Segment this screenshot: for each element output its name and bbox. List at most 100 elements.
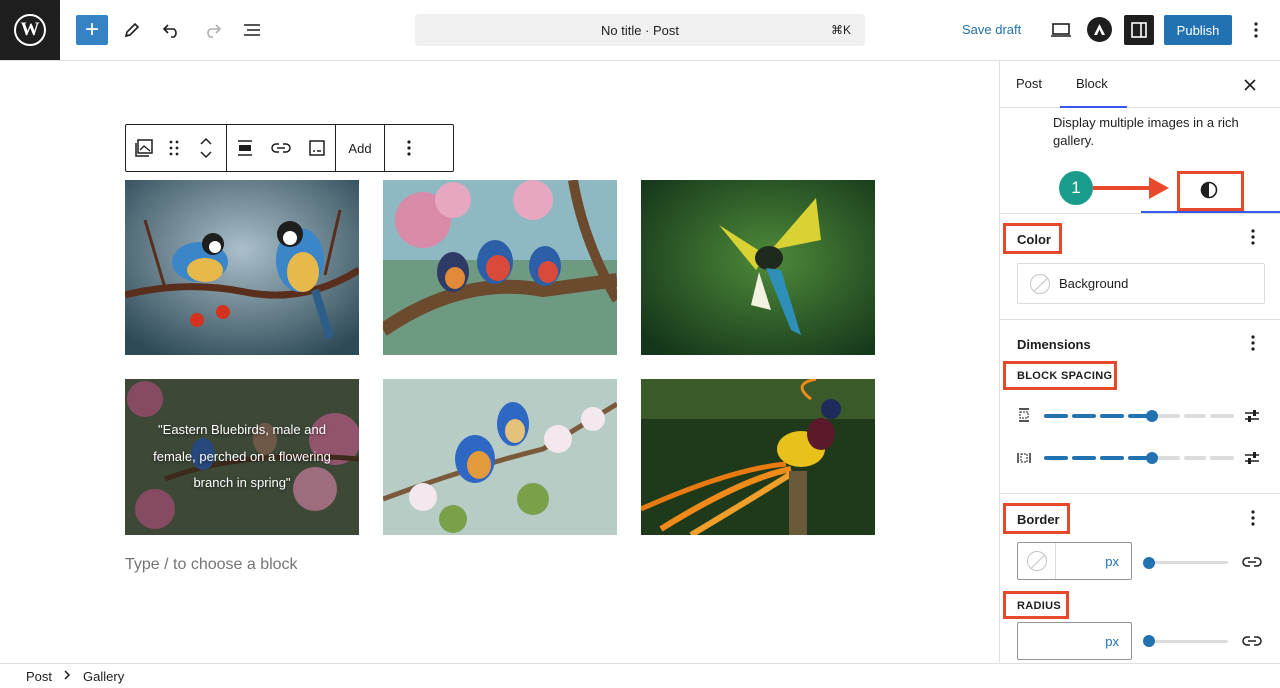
settings-sidebar-toggle[interactable] (1124, 15, 1154, 45)
redo-button[interactable] (196, 15, 228, 45)
image-caption[interactable]: "Eastern Bluebirds, male and female, per… (125, 379, 359, 535)
tabs-divider (1000, 213, 1280, 214)
tab-block[interactable]: Block (1076, 76, 1108, 91)
redo-icon (207, 24, 222, 38)
list-view-icon (244, 24, 260, 36)
tools-pencil-button[interactable] (116, 15, 148, 45)
undo-icon (162, 24, 177, 38)
caption-button[interactable] (299, 125, 335, 171)
block-breadcrumb: Post Gallery (0, 663, 1280, 688)
color-panel-heading: Color (1017, 232, 1051, 247)
gallery-image-bluebirds-apple-blossom[interactable] (383, 379, 617, 535)
block-controls-group (227, 125, 336, 171)
link-button[interactable] (263, 125, 299, 171)
vertical-ellipsis-icon (407, 140, 411, 156)
gallery-icon (135, 139, 153, 157)
sidebar-tabs: Post Block (1000, 61, 1280, 108)
breadcrumb-item-gallery[interactable]: Gallery (83, 669, 124, 684)
border-radius-input[interactable]: px (1017, 622, 1132, 660)
block-toolbar: Add (125, 124, 454, 172)
settings-sidebar: Post Block Display multiple images in a … (999, 61, 1280, 663)
horizontal-spacing-slider[interactable] (1044, 452, 1234, 464)
step-number-badge: 1 (1059, 171, 1093, 205)
custom-value-toggle[interactable] (1244, 409, 1260, 428)
border-width-slider-thumb[interactable] (1143, 557, 1155, 569)
command-palette-title[interactable]: No title · Post ⌘K (415, 14, 865, 46)
panel-divider (1000, 493, 1280, 494)
undo-button[interactable] (156, 15, 188, 45)
styles-tab[interactable] (1200, 181, 1220, 201)
publish-button[interactable]: Publish (1164, 15, 1232, 45)
chevron-down-icon[interactable] (200, 151, 212, 159)
border-radius-slider-thumb[interactable] (1143, 635, 1155, 647)
unlink-corners-button[interactable] (1242, 634, 1262, 652)
custom-value-toggle[interactable] (1244, 451, 1260, 470)
sidebar-icon (1131, 22, 1147, 38)
half-circle-styles-icon (1200, 181, 1218, 199)
vertical-ellipsis-icon (1251, 335, 1255, 351)
empty-color-swatch-icon (1026, 551, 1047, 571)
tab-post[interactable]: Post (1016, 76, 1042, 91)
dimensions-options-button[interactable] (1251, 335, 1255, 356)
astra-settings-icon[interactable] (1087, 17, 1112, 42)
gallery-image-birds-in-blossoms[interactable] (383, 180, 617, 355)
dimensions-panel-heading: Dimensions (1017, 337, 1091, 352)
pencil-icon (124, 22, 140, 38)
border-width-slider-track[interactable] (1150, 561, 1228, 564)
add-images-button[interactable]: Add (336, 125, 384, 171)
move-block-buttons[interactable] (186, 125, 226, 171)
link-icon (271, 143, 291, 153)
border-color-button[interactable] (1018, 543, 1056, 579)
add-block-button[interactable]: + (76, 15, 108, 45)
vertical-spacing-slider[interactable] (1044, 410, 1234, 422)
save-draft-button[interactable]: Save draft (962, 22, 1021, 37)
caption-icon (309, 140, 325, 156)
border-options-button[interactable] (1251, 510, 1255, 531)
gallery-image-bird-of-paradise[interactable] (641, 379, 875, 535)
border-width-input[interactable]: px (1017, 542, 1132, 580)
gallery-image-bird-in-flight[interactable] (641, 180, 875, 355)
block-options-button[interactable] (385, 125, 433, 171)
options-menu-button[interactable] (1240, 15, 1272, 45)
unlink-sides-button[interactable] (1242, 555, 1262, 573)
drag-handle[interactable] (162, 125, 186, 171)
align-wide-icon (238, 140, 252, 156)
chevron-right-icon (64, 669, 71, 683)
radius-label: RADIUS (1017, 600, 1061, 612)
wordpress-logo[interactable]: W (0, 0, 60, 60)
align-button[interactable] (227, 125, 263, 171)
desktop-preview-icon (1051, 23, 1071, 37)
unit-label[interactable]: px (1105, 554, 1119, 569)
vertical-spacing-icon (1017, 408, 1031, 427)
bird-photo-image (641, 379, 875, 535)
link-icon (1242, 557, 1262, 567)
border-panel-heading: Border (1017, 512, 1060, 527)
document-overview-button[interactable] (236, 15, 268, 45)
block-type-button[interactable] (126, 125, 162, 171)
vertical-ellipsis-icon (1254, 22, 1258, 38)
border-radius-slider-track[interactable] (1150, 640, 1228, 643)
slider-thumb[interactable] (1146, 410, 1158, 422)
unit-label[interactable]: px (1105, 634, 1119, 649)
slider-thumb[interactable] (1146, 452, 1158, 464)
gallery-image-eastern-bluebirds[interactable]: "Eastern Bluebirds, male and female, per… (125, 379, 359, 535)
chevron-up-icon[interactable] (200, 137, 212, 145)
block-appender-placeholder[interactable]: Type / to choose a block (125, 556, 298, 574)
block-description: Display multiple images in a rich galler… (1053, 115, 1239, 148)
editor-header: W + No title · Post ⌘K Save draft Publis… (0, 0, 1280, 61)
close-sidebar-button[interactable] (1244, 75, 1256, 96)
editor-canvas[interactable]: Add "Eastern Bluebirds, male and female,… (0, 61, 999, 663)
panel-divider (1000, 319, 1280, 320)
keyboard-shortcut: ⌘K (830, 23, 851, 37)
add-media-group: Add (336, 125, 385, 171)
close-icon (1244, 79, 1256, 91)
bird-painting-image (383, 180, 617, 355)
breadcrumb-item-post[interactable]: Post (26, 669, 52, 684)
gallery-image-birds-on-branch[interactable] (125, 180, 359, 355)
preview-button[interactable] (1045, 15, 1077, 45)
background-color-button[interactable]: Background (1017, 263, 1265, 304)
bird-painting-image (383, 379, 617, 535)
link-icon (1242, 636, 1262, 646)
color-options-button[interactable] (1251, 229, 1255, 250)
empty-color-swatch-icon (1030, 273, 1050, 294)
